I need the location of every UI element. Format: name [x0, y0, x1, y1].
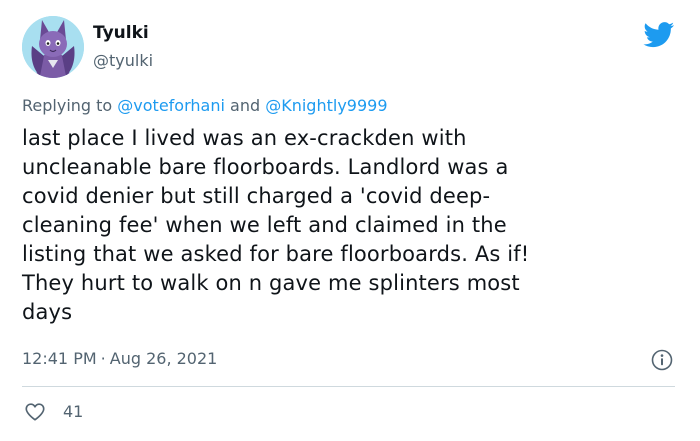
tweet-time[interactable]: 12:41 PM: [22, 349, 97, 368]
tweet-date[interactable]: Aug 26, 2021: [110, 349, 218, 368]
mention-voteforhani[interactable]: @voteforhani: [117, 96, 225, 115]
tweet-text-line: uncleanable bare floorboards. Landlord w…: [22, 155, 509, 179]
heart-icon[interactable]: [24, 401, 46, 423]
twitter-bird-icon[interactable]: [643, 22, 675, 48]
info-icon[interactable]: [651, 349, 673, 371]
display-name[interactable]: Tyulki: [93, 22, 149, 44]
tweet-text-line: cleaning fee' when we left and claimed i…: [22, 213, 507, 237]
avatar-image: [22, 16, 84, 78]
meta-separator: ·: [100, 349, 106, 368]
avatar[interactable]: [22, 16, 84, 78]
tweet-text-line: listing that we asked for bare floorboar…: [22, 242, 530, 266]
tweet-timestamp[interactable]: 12:41 PM · Aug 26, 2021: [22, 348, 217, 370]
like-count: 41: [63, 402, 84, 421]
divider: [22, 386, 675, 387]
tweet-text-line: They hurt to walk on n gave me splinters…: [22, 271, 520, 295]
replying-to-label: Replying to: [22, 96, 113, 115]
replying-to-line: Replying to @voteforhani and @Knightly99…: [22, 96, 388, 116]
replying-to-and: and: [230, 96, 261, 115]
tweet-text: last place I lived was an ex-crackden wi…: [22, 124, 662, 327]
tweet-text-line: days: [22, 300, 73, 324]
mention-knightly9999[interactable]: @Knightly9999: [265, 96, 387, 115]
tweet-text-line: covid denier but still charged a 'covid …: [22, 184, 491, 208]
tweet-text-line: last place I lived was an ex-crackden wi…: [22, 126, 467, 150]
user-handle[interactable]: @tyulki: [93, 51, 153, 71]
